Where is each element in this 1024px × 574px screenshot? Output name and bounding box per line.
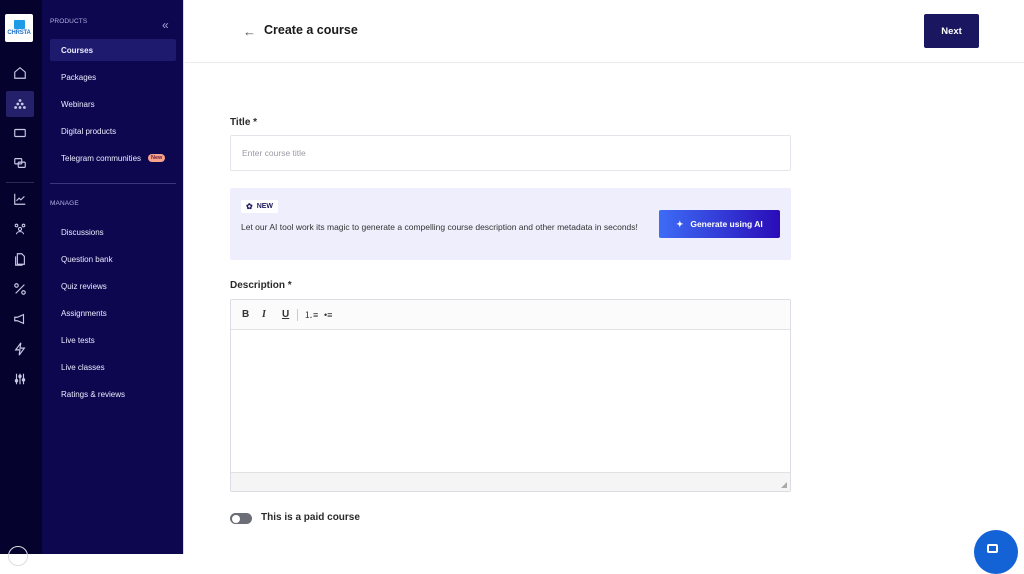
collapse-sidebar-icon[interactable]: « <box>162 18 169 32</box>
sidebar-item-question-bank[interactable]: Question bank <box>50 248 176 270</box>
page-header: ← Create a course Next <box>185 0 1024 63</box>
description-editor: B I U ⒈≡ •≡ <box>230 299 791 492</box>
toolbar-divider <box>297 308 298 321</box>
sidebar: PRODUCTS « Courses Packages Webinars Dig… <box>42 0 184 554</box>
megaphone-icon[interactable] <box>6 306 34 332</box>
logo-text: CHRSTA <box>7 30 31 36</box>
sidebar-item-label: Discussions <box>61 227 104 237</box>
products-icon[interactable] <box>6 91 34 117</box>
page-title: Create a course <box>264 23 358 37</box>
sparkles-icon: ✦ <box>676 218 684 229</box>
sidebar-item-label: Live tests <box>61 335 95 345</box>
italic-button[interactable]: I <box>262 309 282 320</box>
sidebar-item-assignments[interactable]: Assignments <box>50 302 176 324</box>
editor-toolbar: B I U ⒈≡ •≡ <box>231 300 790 330</box>
new-badge: New <box>148 154 166 162</box>
generate-button-label: Generate using AI <box>690 219 763 229</box>
ai-promo-text: Let our AI tool work its magic to genera… <box>241 222 638 232</box>
sidebar-divider <box>50 183 176 184</box>
logo-mark-icon <box>13 20 25 29</box>
sidebar-item-label: Ratings & reviews <box>61 389 126 399</box>
sidebar-item-label: Webinars <box>61 99 95 109</box>
paid-course-toggle[interactable] <box>230 513 252 524</box>
sidebar-item-label: Live classes <box>61 362 105 372</box>
description-textarea[interactable] <box>231 330 790 472</box>
users-icon[interactable] <box>6 216 34 242</box>
manage-section-label: MANAGE <box>50 200 79 207</box>
tools-icon[interactable] <box>6 276 34 302</box>
sidebar-item-telegram-communities[interactable]: Telegram communities New <box>50 147 176 169</box>
sidebar-item-live-tests[interactable]: Live tests <box>50 329 176 351</box>
bullet-list-icon[interactable]: •≡ <box>324 310 344 320</box>
rail-divider <box>6 182 34 183</box>
lightning-icon[interactable] <box>6 336 34 362</box>
next-button[interactable]: Next <box>924 14 979 48</box>
chat-support-button[interactable] <box>974 530 1018 574</box>
sidebar-item-quiz-reviews[interactable]: Quiz reviews <box>50 275 176 297</box>
chat-icon[interactable] <box>6 150 34 176</box>
sidebar-item-discussions[interactable]: Discussions <box>50 221 176 243</box>
course-title-input[interactable] <box>230 135 791 171</box>
products-section-label: PRODUCTS <box>50 18 88 25</box>
brand-logo[interactable]: CHRSTA <box>5 14 33 42</box>
sidebar-item-live-classes[interactable]: Live classes <box>50 356 176 378</box>
gear-icon: ✿ <box>246 202 253 211</box>
sidebar-item-label: Courses <box>61 45 94 55</box>
paid-course-label: This is a paid course <box>261 512 360 523</box>
resize-handle-icon[interactable] <box>781 482 787 488</box>
new-chip: ✿ NEW <box>241 200 279 213</box>
underline-button[interactable]: U <box>282 309 302 320</box>
sidebar-item-label: Digital products <box>61 126 117 136</box>
sidebar-item-digital-products[interactable]: Digital products <box>50 120 176 142</box>
home-icon[interactable] <box>6 60 34 86</box>
icon-rail: CHRSTA <box>0 0 42 566</box>
new-chip-label: NEW <box>256 203 274 210</box>
back-arrow-icon[interactable]: ← <box>243 24 256 39</box>
sidebar-item-label: Assignments <box>61 308 107 318</box>
sidebar-item-courses[interactable]: Courses <box>50 39 176 61</box>
sidebar-item-label: Telegram communities <box>61 153 142 163</box>
sidebar-item-label: Packages <box>61 72 97 82</box>
analytics-icon[interactable] <box>6 186 34 212</box>
ai-promo-banner: ✿ NEW Let our AI tool work its magic to … <box>230 188 791 260</box>
title-label: Title * <box>230 117 258 128</box>
description-label: Description * <box>230 280 292 291</box>
chat-icon <box>987 544 998 553</box>
ticket-icon[interactable] <box>6 120 34 146</box>
sidebar-item-packages[interactable]: Packages <box>50 66 176 88</box>
editor-statusbar <box>231 472 790 491</box>
ordered-list-icon[interactable]: ⒈≡ <box>304 308 324 321</box>
sidebar-item-webinars[interactable]: Webinars <box>50 93 176 115</box>
settings-sliders-icon[interactable] <box>6 366 34 392</box>
bold-button[interactable]: B <box>242 309 262 320</box>
sidebar-item-ratings-reviews[interactable]: Ratings & reviews <box>50 383 176 405</box>
sidebar-item-label: Question bank <box>61 254 113 264</box>
documents-icon[interactable] <box>6 246 34 272</box>
sidebar-item-label: Quiz reviews <box>61 281 107 291</box>
help-icon[interactable] <box>8 546 28 566</box>
toggle-knob <box>231 514 240 523</box>
generate-using-ai-button[interactable]: ✦ Generate using AI <box>659 210 780 238</box>
